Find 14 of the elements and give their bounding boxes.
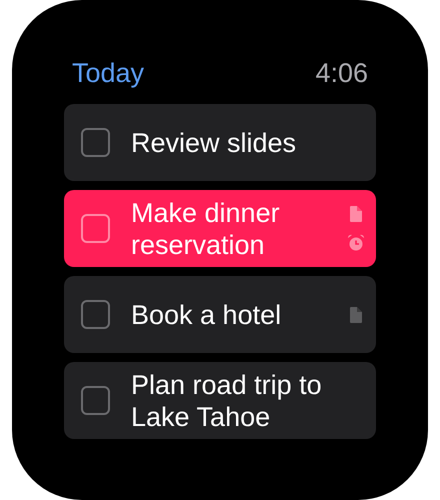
checkbox[interactable]: [81, 300, 110, 329]
task-title: Plan road trip to Lake Tahoe: [131, 368, 323, 432]
task-row[interactable]: Book a hotel: [64, 276, 376, 353]
task-row[interactable]: Review slides: [64, 104, 376, 181]
screen-title: Today: [72, 56, 144, 90]
checkbox[interactable]: [81, 214, 110, 243]
task-row[interactable]: Plan road trip to Lake Tahoe: [64, 362, 376, 439]
checkbox[interactable]: [81, 128, 110, 157]
task-title: Review slides: [131, 126, 298, 158]
task-title: Book a hotel: [131, 298, 282, 330]
clock-time: 4:06: [315, 56, 368, 90]
task-title: Make dinner reservation: [131, 196, 281, 260]
checkbox[interactable]: [81, 386, 110, 415]
task-row[interactable]: Make dinner reservation: [64, 190, 376, 267]
